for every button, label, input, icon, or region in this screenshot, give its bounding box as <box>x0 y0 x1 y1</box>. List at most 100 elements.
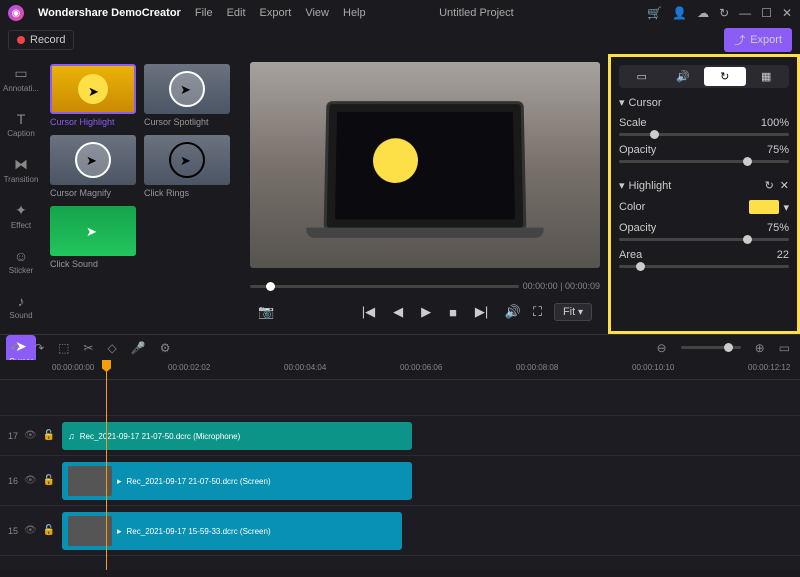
lock-icon[interactable]: 🔓 <box>43 475 55 486</box>
eye-icon[interactable]: 👁 <box>24 430 37 441</box>
eye-icon[interactable]: 👁 <box>24 525 37 536</box>
scale-value: 100% <box>761 117 789 129</box>
chevron-down-icon[interactable]: ▾ <box>783 201 789 214</box>
settings-icon[interactable]: ⚙ <box>160 341 171 355</box>
screen-icon: ▸ <box>117 476 122 487</box>
marker-icon[interactable]: ◇ <box>108 341 117 355</box>
record-label: Record <box>30 34 65 46</box>
color-swatch[interactable] <box>749 200 779 214</box>
close-icon[interactable]: ✕ <box>782 6 792 20</box>
timeline-playhead[interactable] <box>106 360 107 570</box>
fullscreen-icon[interactable]: ⛶ <box>533 304 542 320</box>
record-dot-icon <box>17 36 25 44</box>
area-slider[interactable] <box>619 265 789 268</box>
sidebar-transition[interactable]: ⧓Transition <box>1 153 42 187</box>
highlight-opacity-slider[interactable] <box>619 238 789 241</box>
menu-edit[interactable]: Edit <box>227 7 246 19</box>
highlight-section-title: Highlight <box>629 180 672 192</box>
chevron-down-icon[interactable]: ▾ <box>619 179 625 192</box>
sidebar-annotation[interactable]: ▭Annotati... <box>0 62 42 96</box>
titlebar: ◉ Wondershare DemoCreator File Edit Expo… <box>0 0 800 26</box>
track-row: 16👁🔓 ▸Rec_2021-09-17 21-07-50.dcrc (Scre… <box>0 456 800 506</box>
effect-cursor-spotlight[interactable]: ➤Cursor Spotlight <box>144 64 230 127</box>
area-value: 22 <box>777 249 789 261</box>
stop-button[interactable]: ■ <box>449 305 457 320</box>
crop-icon[interactable]: ⬚ <box>58 341 69 355</box>
properties-panel: ▭ 🔊 ↻ ▦ ▾Cursor Scale100% Opacity75% ▾Hi… <box>608 54 800 334</box>
tab-audio-icon[interactable]: 🔊 <box>663 67 705 86</box>
sidebar-sound[interactable]: ♪Sound <box>6 290 35 323</box>
export-icon: ⤴ <box>734 32 745 48</box>
effect-click-sound[interactable]: ➤Click Sound <box>50 206 136 269</box>
lock-icon[interactable]: 🔓 <box>43 525 55 536</box>
clip-label: Rec_2021-09-17 21-07-50.dcrc (Microphone… <box>80 432 241 441</box>
opacity-value: 75% <box>767 144 789 156</box>
record-button[interactable]: Record <box>8 30 74 50</box>
opacity-label: Opacity <box>619 144 656 156</box>
tab-cursor-icon[interactable]: ↻ <box>704 67 746 86</box>
menu-file[interactable]: File <box>195 7 213 19</box>
undo-icon[interactable]: ↶ <box>10 341 20 355</box>
zoom-slider[interactable] <box>681 346 741 349</box>
effect-cursor-highlight[interactable]: ➤Cursor Highlight <box>50 64 136 127</box>
sidebar-effect[interactable]: ✦Effect <box>8 199 34 233</box>
export-button[interactable]: ⤴ Export <box>724 28 792 52</box>
sidebar-caption[interactable]: TCaption <box>4 108 38 141</box>
mic-icon[interactable]: 🎤 <box>131 341 146 355</box>
audio-clip[interactable]: ♫Rec_2021-09-17 21-07-50.dcrc (Microphon… <box>62 422 412 450</box>
snapshot-icon[interactable]: 📷 <box>258 304 274 320</box>
split-icon[interactable]: ✂ <box>83 341 93 355</box>
scrubber-playhead[interactable] <box>266 282 275 291</box>
minimize-icon[interactable]: — <box>739 6 751 20</box>
timeline-toolbar: ↶ ↷ ⬚ ✂ ◇ 🎤 ⚙ ⊖ ⊕ ▭ <box>0 334 800 360</box>
fit-select[interactable]: Fit ▾ <box>554 303 592 321</box>
cart-icon[interactable]: 🛒 <box>647 6 662 20</box>
cloud-icon[interactable]: ☁ <box>697 6 709 20</box>
opacity-slider[interactable] <box>619 160 789 163</box>
chevron-down-icon[interactable]: ▾ <box>619 96 625 109</box>
app-logo-icon: ◉ <box>8 5 24 21</box>
redo-icon[interactable]: ↷ <box>34 341 44 355</box>
zoom-fit-icon[interactable]: ▭ <box>779 341 790 355</box>
effect-grid: ➤Cursor Highlight ➤Cursor Spotlight ➤Cur… <box>42 54 242 334</box>
scale-slider[interactable] <box>619 133 789 136</box>
next-button[interactable]: ▶| <box>475 304 488 320</box>
menu-export[interactable]: Export <box>260 7 292 19</box>
lock-icon[interactable]: 🔓 <box>43 430 55 441</box>
zoom-in-icon[interactable]: ⊕ <box>755 341 765 355</box>
step-back-button[interactable]: ◀ <box>393 304 403 320</box>
refresh-icon[interactable]: ↻ <box>719 6 729 20</box>
close-section-icon[interactable]: ✕ <box>780 179 789 192</box>
sound-icon: ♪ <box>17 293 24 309</box>
preview-viewport[interactable] <box>250 62 600 268</box>
cursor-pointer-icon: ➤ <box>88 84 99 100</box>
user-icon[interactable]: 👤 <box>672 6 687 20</box>
volume-icon[interactable]: 🔊 <box>505 304 521 320</box>
cursor-pointer-icon: ➤ <box>180 82 191 98</box>
zoom-out-icon[interactable]: ⊖ <box>657 341 667 355</box>
tab-video-icon[interactable]: ▭ <box>621 67 663 86</box>
reset-icon[interactable]: ↻ <box>765 179 774 192</box>
sidebar-sticker[interactable]: ☺Sticker <box>6 245 36 278</box>
effect-click-rings[interactable]: ➤Click Rings <box>144 135 230 198</box>
caption-icon: T <box>17 111 26 127</box>
effect-cursor-magnify[interactable]: ➤Cursor Magnify <box>50 135 136 198</box>
property-tabs: ▭ 🔊 ↻ ▦ <box>619 65 789 88</box>
eye-icon[interactable]: 👁 <box>24 475 37 486</box>
video-clip[interactable]: ▸Rec_2021-09-17 21-07-50.dcrc (Screen) <box>62 462 412 500</box>
project-title: Untitled Project <box>320 7 634 19</box>
ruler-tick: 00:00:04:04 <box>284 363 326 372</box>
export-label: Export <box>750 34 782 46</box>
timeline-ruler[interactable]: 00:00:00:00 00:00:02:02 00:00:04:04 00:0… <box>0 360 800 380</box>
video-clip[interactable]: ▸Rec_2021-09-17 15-59-33.dcrc (Screen) <box>62 512 402 550</box>
preview-panel: 00:00:00 | 00:00:09 📷 |◀ ◀ ▶ ■ ▶| 🔊 ⛶ Fi… <box>242 54 608 334</box>
ruler-tick: 00:00:08:08 <box>516 363 558 372</box>
prev-button[interactable]: |◀ <box>362 304 375 320</box>
preview-scrubber[interactable] <box>250 285 519 288</box>
annotation-icon: ▭ <box>14 65 27 82</box>
maximize-icon[interactable]: ☐ <box>761 6 772 20</box>
timeline: 00:00:00:00 00:00:02:02 00:00:04:04 00:0… <box>0 360 800 570</box>
tab-other-icon[interactable]: ▦ <box>746 67 788 86</box>
play-button[interactable]: ▶ <box>421 304 431 320</box>
cursor-pointer-icon: ➤ <box>86 224 97 240</box>
